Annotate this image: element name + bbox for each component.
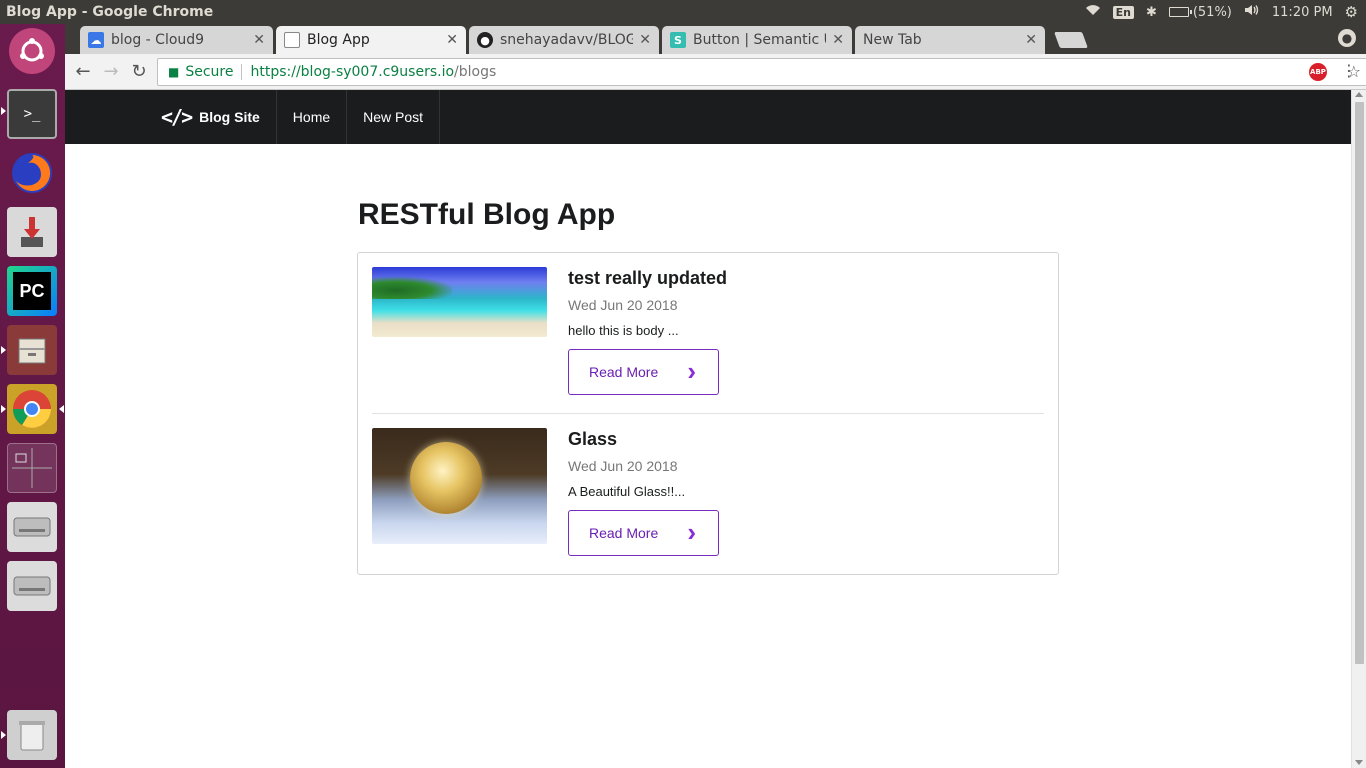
system-indicators: En ✱ (51%) 11:20 PM ⚙ <box>1085 3 1366 21</box>
post-divider <box>372 413 1044 414</box>
tab-new-tab[interactable]: New Tab ✕ <box>855 26 1045 54</box>
nav-home-link[interactable]: Home <box>277 90 348 144</box>
chrome-menu-icon[interactable]: ⋮ <box>1341 61 1357 80</box>
os-top-panel: Blog App - Google Chrome En ✱ (51%) 11:2… <box>0 0 1366 24</box>
page-viewport: </> Blog Site Home New Post RESTful Blog… <box>65 90 1351 768</box>
post-date: Wed Jun 20 2018 <box>568 297 678 313</box>
reload-icon[interactable]: ↻ <box>125 58 153 86</box>
ubuntu-launcher: >_ PC <box>0 24 65 768</box>
blog-post-list: test really updated Wed Jun 20 2018 hell… <box>357 252 1059 575</box>
ubuntu-dash-icon[interactable] <box>9 28 55 74</box>
tab-label: Blog App <box>307 32 370 48</box>
chrome-toolbar: ← → ↻ ■ Secure https://blog-sy007.c9user… <box>65 54 1366 90</box>
github-favicon-icon: ● <box>477 32 493 48</box>
chevron-right-icon: › <box>687 517 696 547</box>
nav-new-post-link[interactable]: New Post <box>347 90 441 144</box>
focused-indicator <box>59 405 64 413</box>
blog-post-item: Glass Wed Jun 20 2018 A Beautiful Glass!… <box>372 428 1044 556</box>
tab-label: blog - Cloud9 <box>111 32 205 48</box>
running-indicator <box>1 346 6 354</box>
drive-icon[interactable] <box>7 502 57 552</box>
page-scrollbar[interactable] <box>1351 90 1366 768</box>
chrome-icon[interactable] <box>7 384 57 434</box>
url-path: /blogs <box>454 64 497 80</box>
post-date: Wed Jun 20 2018 <box>568 458 678 474</box>
close-icon[interactable]: ✕ <box>832 32 844 48</box>
battery-percentage: (51%) <box>1192 4 1232 20</box>
gear-icon[interactable]: ⚙ <box>1345 3 1358 21</box>
brand-link[interactable]: </> Blog Site <box>145 90 277 144</box>
chevron-right-icon: › <box>687 356 696 386</box>
tab-blog-app[interactable]: Blog App ✕ <box>276 26 466 54</box>
read-more-button[interactable]: Read More › <box>568 349 719 395</box>
scroll-up-arrow-icon[interactable] <box>1355 92 1363 97</box>
post-excerpt: A Beautiful Glass!!... <box>568 484 686 499</box>
chrome-tab-strip: ☁ blog - Cloud9 ✕ Blog App ✕ ● snehayada… <box>65 24 1366 54</box>
blog-post-item: test really updated Wed Jun 20 2018 hell… <box>372 267 1044 395</box>
omnibox-divider <box>241 64 243 80</box>
close-icon[interactable]: ✕ <box>1025 32 1037 48</box>
post-title[interactable]: test really updated <box>568 267 1038 289</box>
pycharm-icon[interactable]: PC <box>7 266 57 316</box>
tab-github[interactable]: ● snehayadavv/BLOG ✕ <box>469 26 659 54</box>
running-indicator <box>1 405 6 413</box>
drive-icon[interactable] <box>7 561 57 611</box>
scrollbar-thumb[interactable] <box>1355 102 1364 664</box>
address-bar[interactable]: ■ Secure https://blog-sy007.c9users.io/b… <box>157 58 1366 86</box>
url-host: https://blog-sy007.c9users.io <box>250 64 455 80</box>
secure-label: Secure <box>185 64 234 80</box>
pycharm-logo-text: PC <box>13 272 51 310</box>
read-more-label: Read More <box>589 525 659 541</box>
close-icon[interactable]: ✕ <box>639 32 651 48</box>
tab-blog-cloud9[interactable]: ☁ blog - Cloud9 ✕ <box>80 26 273 54</box>
page-favicon-icon <box>284 32 300 48</box>
post-excerpt: hello this is body ... <box>568 323 679 338</box>
lock-icon: ■ <box>168 65 180 79</box>
wifi-icon[interactable] <box>1085 4 1101 20</box>
close-icon[interactable]: ✕ <box>446 32 458 48</box>
scroll-down-arrow-icon[interactable] <box>1355 760 1363 765</box>
tab-label: snehayadavv/BLOG <box>500 32 634 48</box>
post-title[interactable]: Glass <box>568 428 1038 450</box>
firefox-icon[interactable] <box>7 148 57 198</box>
terminal-icon[interactable]: >_ <box>7 89 57 139</box>
code-icon: </> <box>161 105 193 129</box>
tab-semantic-ui[interactable]: S Button | Semantic UI ✕ <box>662 26 852 54</box>
keyboard-language-indicator[interactable]: En <box>1112 5 1134 19</box>
tab-label: Button | Semantic UI <box>693 32 827 48</box>
forward-arrow-icon[interactable]: → <box>97 58 125 86</box>
bluetooth-icon[interactable]: ✱ <box>1146 5 1157 20</box>
running-indicator <box>1 107 6 115</box>
new-tab-button[interactable] <box>1054 32 1088 48</box>
site-navbar: </> Blog Site Home New Post <box>65 90 1351 144</box>
volume-icon[interactable] <box>1244 4 1260 20</box>
page-title: RESTful Blog App <box>358 198 616 231</box>
tab-label: New Tab <box>863 32 922 48</box>
cloud9-favicon-icon: ☁ <box>88 32 104 48</box>
trash-icon[interactable] <box>7 710 57 760</box>
profile-icon[interactable]: ● <box>1338 29 1356 47</box>
post-content: Glass Wed Jun 20 2018 A Beautiful Glass!… <box>568 428 1038 556</box>
post-thumbnail-image[interactable] <box>372 428 547 544</box>
running-indicator <box>1 731 6 739</box>
clock[interactable]: 11:20 PM <box>1272 5 1333 20</box>
workspace-switcher-icon[interactable] <box>7 443 57 493</box>
adblock-plus-icon[interactable]: ABP <box>1309 63 1327 81</box>
battery-icon <box>1168 7 1192 17</box>
read-more-label: Read More <box>589 364 659 380</box>
files-icon[interactable] <box>7 325 57 375</box>
install-icon[interactable] <box>7 207 57 257</box>
semantic-ui-favicon-icon: S <box>670 32 686 48</box>
post-thumbnail-image[interactable] <box>372 267 547 337</box>
glass-orb-shape <box>410 442 482 514</box>
post-content: test really updated Wed Jun 20 2018 hell… <box>568 267 1038 395</box>
close-icon[interactable]: ✕ <box>253 32 265 48</box>
window-title: Blog App - Google Chrome <box>6 4 214 20</box>
read-more-button[interactable]: Read More › <box>568 510 719 556</box>
battery-indicator[interactable]: (51%) <box>1168 4 1232 20</box>
back-arrow-icon[interactable]: ← <box>69 58 97 86</box>
brand-label: Blog Site <box>199 109 260 125</box>
